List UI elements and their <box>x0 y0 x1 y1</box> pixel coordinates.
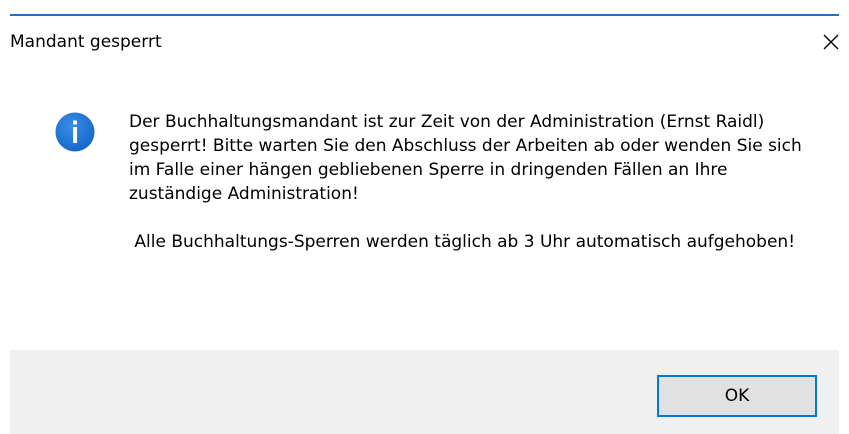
close-button[interactable] <box>811 24 849 60</box>
ok-button[interactable]: OK <box>657 375 817 417</box>
close-icon <box>823 34 839 50</box>
window-title: Mandant gesperrt <box>10 32 162 52</box>
title-bar[interactable]: Mandant gesperrt <box>0 16 849 68</box>
info-icon <box>55 112 95 152</box>
button-bar: OK <box>10 350 839 434</box>
message-paragraph: Der Buchhaltungsmandant ist zur Zeit von… <box>129 112 802 204</box>
message-paragraph: Alle Buchhaltungs-Sperren werden täglich… <box>129 232 796 252</box>
dialog-content: Der Buchhaltungsmandant ist zur Zeit von… <box>0 68 849 350</box>
message-dialog: Mandant gesperrt Der Buchhaltungsmandant… <box>0 0 849 434</box>
message-text: Der Buchhaltungsmandant ist zur Zeit von… <box>129 110 819 254</box>
